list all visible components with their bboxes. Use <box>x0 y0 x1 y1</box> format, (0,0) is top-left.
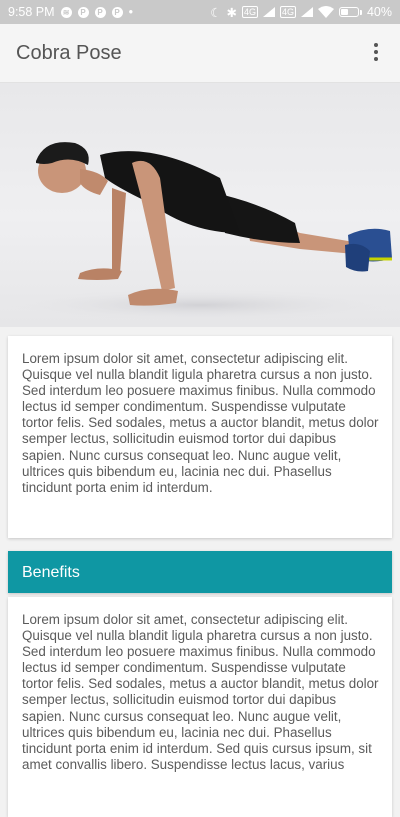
battery-icon <box>338 7 362 17</box>
status-time: 9:58 PM <box>8 5 55 19</box>
app-p-icon: P <box>94 6 106 18</box>
network-type-icon: 4G <box>241 6 258 18</box>
signal-icon <box>262 7 275 17</box>
benefits-card: Lorem ipsum dolor sit amet, consectetur … <box>8 597 392 817</box>
wifi-icon <box>317 6 334 18</box>
app-bar: Cobra Pose <box>0 24 400 83</box>
app-p-icon: P <box>111 6 123 18</box>
intro-card: Lorem ipsum dolor sit amet, consectetur … <box>8 336 392 538</box>
app-p-icon: P <box>77 6 89 18</box>
more-vert-icon[interactable] <box>364 40 388 64</box>
more-dots-icon: • <box>128 5 133 19</box>
network-type-icon: 4G <box>279 6 296 18</box>
bluetooth-icon: ✱ <box>226 5 237 20</box>
page-title: Cobra Pose <box>16 42 122 64</box>
benefits-header[interactable]: Benefits <box>8 551 392 593</box>
do-not-disturb-moon-icon: ☾ <box>210 5 222 20</box>
status-bar: 9:58 PM ≋ P P P • ☾ ✱ 4G 4G 40% <box>0 0 400 24</box>
signal-icon <box>300 7 313 17</box>
battery-percent: 40% <box>366 5 392 19</box>
benefits-text: Lorem ipsum dolor sit amet, consectetur … <box>22 612 379 772</box>
pose-image <box>0 83 400 327</box>
spotify-icon: ≋ <box>60 6 72 18</box>
intro-text: Lorem ipsum dolor sit amet, consectetur … <box>22 351 379 495</box>
